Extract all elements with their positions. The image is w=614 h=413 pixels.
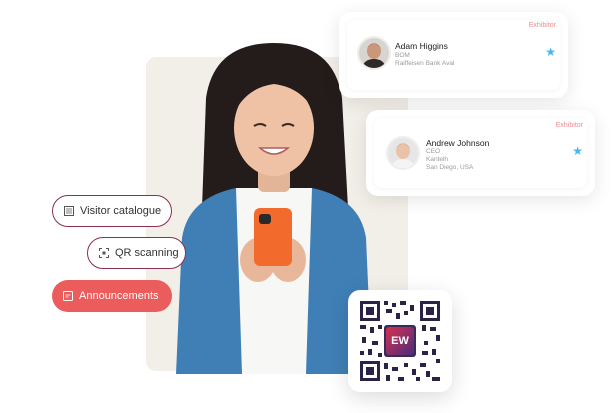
catalogue-icon [64,206,74,216]
exhibitor-position: BOM [395,52,410,59]
exhibitor-company: Kantelh [426,156,449,163]
exhibitor-company: Raiffeisen Bank Aval [395,60,455,67]
exhibitor-tag: Exhibitor [528,22,556,29]
visitor-catalogue-button[interactable]: Visitor catalogue [52,195,172,227]
qr-scanning-label: QR scanning [115,247,179,259]
avatar [357,36,391,70]
avatar-photo-icon [359,38,389,68]
avatar-photo-icon [388,138,418,168]
qr-scan-icon [99,248,109,258]
exhibitor-location: San Diego, USA [426,164,474,171]
announcements-label: Announcements [79,290,159,302]
avatar [386,136,420,170]
qr-logo-text: EW [391,335,409,347]
announcement-icon [63,291,73,301]
qr-code-card[interactable]: EW [348,290,452,392]
exhibitor-card-adam-higgins[interactable]: Exhibitor Adam Higgins BOM Raiffeisen Ba… [339,12,568,98]
exhibitor-name: Adam Higgins [395,41,448,51]
exhibitor-tag: Exhibitor [555,122,583,129]
announcements-button[interactable]: Announcements [52,280,172,312]
exhibitor-name: Andrew Johnson [426,138,490,148]
favorite-star-icon[interactable]: ★ [572,144,583,158]
exhibitor-position: CEO [426,148,441,155]
qr-scanning-button[interactable]: QR scanning [87,237,186,269]
qr-logo: EW [386,327,414,355]
exhibitor-card-andrew-johnson[interactable]: Exhibitor Andrew Johnson CEO Kantelh San… [366,110,595,196]
visitor-catalogue-label: Visitor catalogue [80,205,162,217]
favorite-star-icon[interactable]: ★ [545,45,556,59]
